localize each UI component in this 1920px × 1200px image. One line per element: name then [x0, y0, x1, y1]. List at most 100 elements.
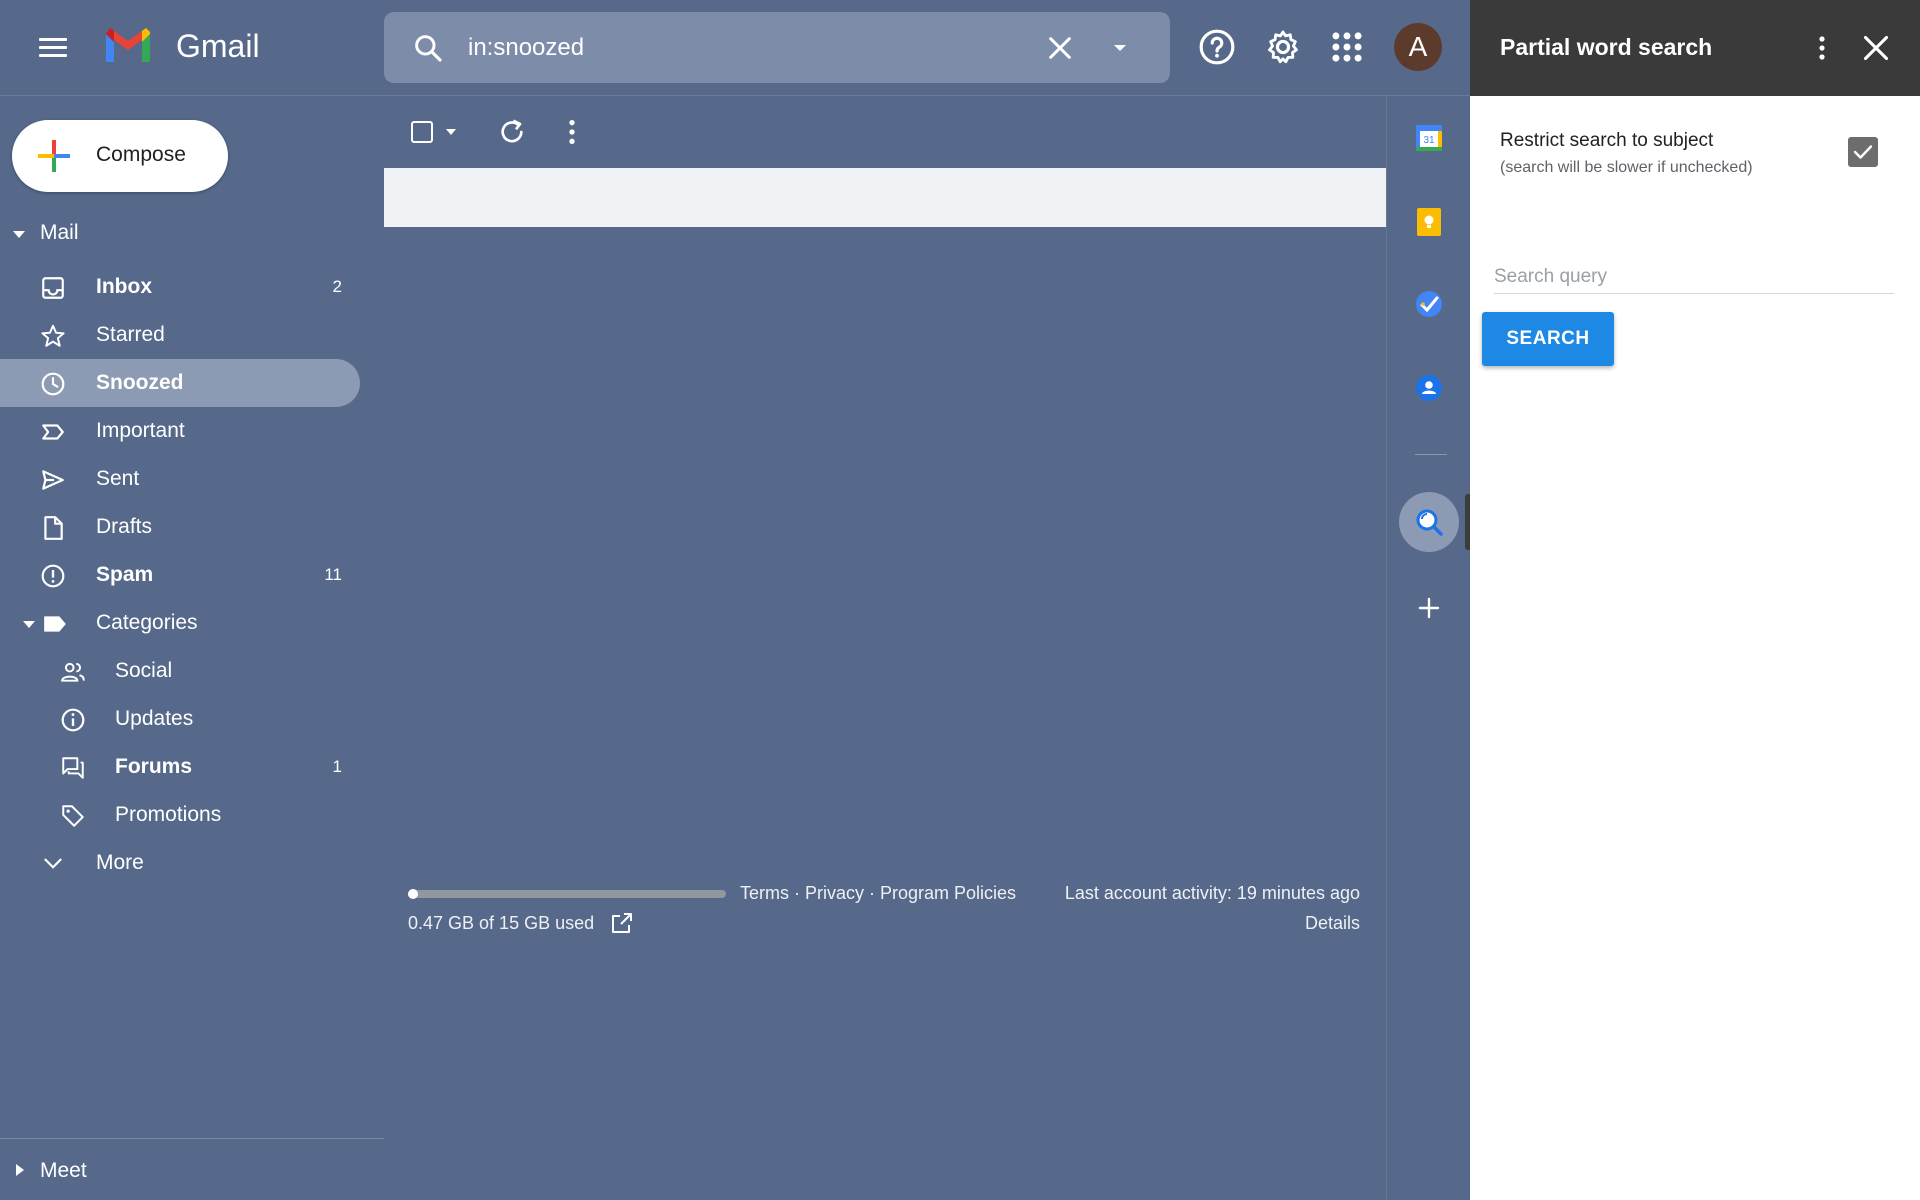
nav-label: More	[96, 851, 144, 874]
details-link[interactable]: Details	[1305, 913, 1360, 934]
last-activity-text: Last account activity: 19 minutes ago	[1064, 883, 1360, 903]
nav-label: Starred	[96, 323, 165, 346]
compose-label: Compose	[96, 143, 186, 166]
calendar-day: 31	[1423, 135, 1435, 146]
restrict-subject-label: Restrict search to subject	[1500, 130, 1714, 151]
apps-grid-icon[interactable]	[1328, 28, 1366, 66]
program-policies-link[interactable]: Program Policies	[880, 883, 1016, 903]
compose-button[interactable]: Compose	[12, 120, 228, 192]
contacts-icon[interactable]	[1413, 372, 1445, 404]
panel-header: Partial word search	[1470, 0, 1920, 96]
chevron-down-icon	[44, 858, 62, 869]
privacy-link[interactable]: Privacy	[805, 883, 864, 903]
gmail-logo[interactable]	[102, 24, 154, 66]
nav-label: Categories	[96, 611, 198, 634]
unread-count: 11	[324, 565, 342, 584]
search-button[interactable]: SEARCH	[1482, 312, 1614, 366]
nav-item-snoozed[interactable]: Snoozed	[0, 359, 360, 407]
search-query-input[interactable]	[1494, 260, 1894, 294]
footer-links: Terms · Privacy · Program Policies	[740, 883, 1016, 904]
nav-item-starred[interactable]: Starred	[0, 311, 360, 359]
main-menu-icon[interactable]	[36, 33, 70, 63]
restrict-subject-checkbox[interactable]	[1848, 137, 1878, 167]
meet-section-label: Meet	[40, 1159, 87, 1182]
more-options-icon[interactable]	[556, 116, 588, 148]
search-input[interactable]: in:snoozed	[468, 34, 584, 62]
nav-item-social[interactable]: Social	[0, 647, 360, 695]
storage-usage-text: 0.47 GB of 15 GB used	[408, 913, 595, 933]
collapse-caret-icon	[13, 231, 25, 238]
storage-meter	[408, 889, 726, 899]
nav-item-categories[interactable]: Categories	[0, 599, 360, 647]
keep-notes-icon[interactable]	[1413, 206, 1445, 238]
nav-item-inbox[interactable]: Inbox 2	[0, 263, 360, 311]
nav-label: Promotions	[115, 803, 222, 826]
separator: ·	[864, 883, 881, 903]
tasks-icon[interactable]	[1413, 288, 1445, 320]
search-options-icon[interactable]	[1108, 36, 1132, 60]
expand-caret-icon	[23, 621, 35, 628]
addon-side-panel: Partial word search Restrict search to s…	[1470, 0, 1920, 1200]
mail-section-header[interactable]: Mail	[0, 213, 360, 253]
select-all-checkbox-icon[interactable]	[410, 116, 462, 148]
side-app-rail: 31	[1386, 96, 1471, 1200]
nav-label: Drafts	[96, 515, 153, 538]
unread-count: 2	[332, 277, 342, 296]
nav-item-promotions[interactable]: Promotions	[0, 791, 360, 839]
spam-alert-icon	[41, 564, 65, 588]
separator: ·	[789, 883, 805, 903]
label-tag-icon	[44, 616, 66, 632]
storage-meter-fill	[408, 889, 418, 899]
settings-gear-icon[interactable]	[1264, 28, 1302, 66]
clock-icon	[41, 372, 65, 396]
get-addons-plus-icon[interactable]	[1413, 592, 1445, 624]
nav-label: Forums	[115, 755, 193, 778]
clear-search-icon[interactable]	[1044, 32, 1076, 64]
nav-label: Snoozed	[96, 371, 184, 394]
nav-label: Sent	[96, 467, 140, 490]
compose-plus-icon	[38, 140, 70, 172]
unread-count: 1	[332, 757, 342, 776]
gmail-wordmark: Gmail	[176, 28, 260, 64]
restrict-subject-help: (search will be slower if unchecked)	[1500, 159, 1753, 176]
rail-divider	[1415, 454, 1447, 455]
nav-item-sent[interactable]: Sent	[0, 455, 360, 503]
nav-label: Important	[96, 419, 185, 442]
more-vert-icon[interactable]	[1810, 34, 1834, 62]
checkmark-icon	[1853, 145, 1873, 159]
search-bar[interactable]: in:snoozed	[384, 12, 1170, 83]
nav-label: Inbox	[96, 275, 152, 298]
nav-item-forums[interactable]: Forums 1	[0, 743, 360, 791]
partial-search-addon-icon[interactable]	[1413, 506, 1445, 538]
nav-item-more[interactable]: More	[0, 839, 360, 887]
terms-link[interactable]: Terms	[740, 883, 789, 903]
important-label-icon	[42, 424, 64, 440]
nav-label: Social	[115, 659, 173, 682]
nav-item-spam[interactable]: Spam 11	[0, 551, 360, 599]
nav-label: Updates	[115, 707, 194, 730]
nav-item-updates[interactable]: Updates	[0, 695, 360, 743]
mail-section-label: Mail	[40, 221, 79, 244]
draft-document-icon	[44, 516, 63, 540]
inbox-icon	[42, 277, 64, 299]
panel-title: Partial word search	[1500, 34, 1713, 60]
search-icon[interactable]	[412, 32, 444, 64]
refresh-icon[interactable]	[496, 116, 528, 148]
expand-caret-icon	[16, 1164, 24, 1176]
calendar-icon[interactable]: 31	[1413, 122, 1445, 154]
meet-section-header[interactable]: Meet	[0, 1138, 384, 1200]
loading-strip	[384, 168, 1386, 227]
people-icon	[61, 662, 85, 682]
send-icon	[42, 470, 64, 490]
nav-label: Spam	[96, 563, 154, 586]
star-icon	[41, 324, 65, 347]
help-icon[interactable]	[1198, 28, 1236, 66]
account-avatar[interactable]: A	[1394, 23, 1442, 71]
info-icon	[61, 708, 85, 732]
nav-item-drafts[interactable]: Drafts	[0, 503, 360, 551]
nav-item-important[interactable]: Important	[0, 407, 360, 455]
close-icon[interactable]	[1862, 34, 1890, 62]
top-header: Gmail in:snoozed A	[0, 0, 1470, 96]
open-in-new-icon[interactable]	[610, 911, 634, 935]
price-tag-icon	[62, 805, 84, 827]
